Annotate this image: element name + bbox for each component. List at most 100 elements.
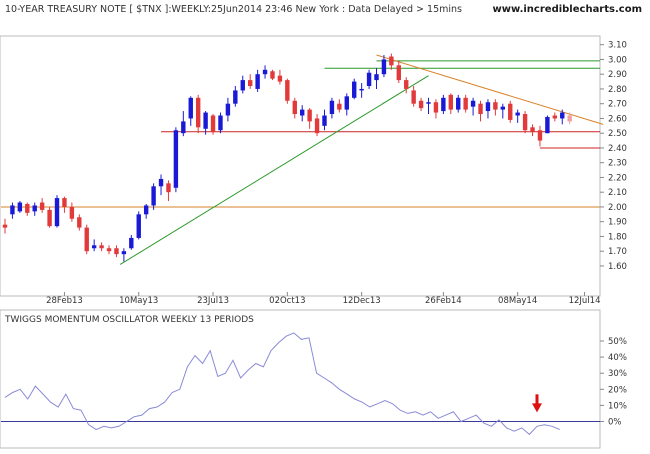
candle	[411, 86, 416, 107]
candle-body	[389, 56, 394, 66]
candle	[300, 105, 305, 122]
candle	[143, 204, 149, 219]
candle	[270, 69, 275, 81]
candle-body	[500, 106, 506, 110]
candle-body	[218, 115, 223, 131]
candle-body	[47, 209, 52, 227]
candle	[151, 183, 156, 210]
trend-line	[376, 54, 604, 125]
candle	[396, 60, 401, 84]
candle-body	[411, 90, 416, 104]
oscillator-panel-frame	[0, 309, 601, 449]
candle-body	[91, 245, 97, 249]
candle-body	[17, 202, 23, 212]
candle	[136, 211, 141, 240]
candle	[277, 69, 283, 85]
candle-body	[136, 214, 141, 238]
candle-body	[121, 251, 127, 255]
candle-body	[39, 202, 45, 210]
price-tick-label: 3.00	[608, 55, 627, 65]
candle-body	[255, 74, 260, 89]
candle-body	[441, 97, 446, 112]
candle	[344, 93, 349, 116]
price-y-axis: 3.10 3.00 2.90 2.80 2.70 2.60 2.50 2.40 2.30 2.20…	[600, 41, 627, 272]
candle	[233, 86, 238, 107]
candle-body	[195, 97, 201, 128]
candle	[292, 97, 297, 119]
candle	[255, 69, 260, 92]
candle-body	[515, 112, 520, 116]
candle-body	[54, 198, 60, 227]
candle-body	[300, 109, 305, 116]
candle	[62, 196, 67, 213]
candle-body	[240, 80, 245, 91]
candle	[158, 174, 164, 196]
candle-body	[456, 97, 461, 110]
candle	[463, 94, 468, 113]
osc-tick-label: 0%	[608, 418, 622, 428]
site-watermark[interactable]: www.incrediblecharts.com	[493, 4, 643, 15]
oscillator-annotations	[532, 394, 542, 413]
candle-body	[560, 112, 565, 119]
candle-body	[508, 103, 513, 120]
candle-body	[270, 71, 275, 79]
date-tick-label: 08May14	[498, 296, 537, 306]
price-tick-label: 1.70	[608, 247, 627, 257]
candle-body	[188, 97, 193, 119]
candle-body	[129, 237, 134, 249]
candle-body	[359, 88, 364, 91]
price-tick-label: 2.20	[608, 173, 627, 183]
osc-tick-label: 20%	[608, 385, 627, 395]
candle	[2, 218, 8, 234]
candle-body	[285, 80, 290, 101]
candle	[329, 97, 335, 119]
candle	[240, 75, 245, 94]
candle-body	[233, 90, 238, 104]
candle	[314, 114, 320, 137]
candle	[99, 242, 104, 252]
candle-body	[307, 109, 312, 122]
candle-body	[344, 96, 349, 110]
candle	[84, 224, 89, 255]
candle	[262, 65, 268, 79]
candle-body	[247, 80, 253, 86]
candle-body	[262, 69, 268, 75]
candle	[389, 53, 394, 70]
candle-body	[329, 100, 335, 115]
chart-canvas: 10-YEAR TREASURY NOTE [ $TNX ]:WEEKLY:25…	[0, 4, 643, 449]
candle-body	[99, 245, 104, 249]
price-panel-frame	[0, 35, 601, 297]
candle-body	[77, 217, 82, 228]
candle	[285, 78, 290, 104]
candle-body	[396, 65, 401, 81]
candle-body	[352, 81, 357, 98]
date-x-axis: 28Feb13 10May13 23Jul13 02Oct13 12Dec13 26Feb…	[46, 292, 600, 306]
price-tick-label: 2.40	[608, 144, 627, 154]
candle-body	[470, 100, 476, 107]
oscillator-series	[1, 332, 600, 436]
candle-body	[448, 94, 453, 110]
candle	[10, 202, 15, 219]
candle-body	[84, 227, 89, 252]
candle-body	[173, 130, 179, 188]
candle	[515, 109, 520, 123]
candle-body	[404, 80, 409, 89]
price-tick-label: 2.90	[608, 70, 627, 80]
candle	[91, 239, 97, 252]
candlestick-series	[2, 53, 572, 262]
candle-body	[433, 102, 439, 113]
candle-body	[2, 224, 8, 228]
candle	[537, 125, 543, 147]
candle-body	[292, 100, 297, 115]
candle	[470, 97, 476, 116]
reference-lines	[1, 54, 604, 265]
candle-body	[10, 205, 15, 215]
candle-body	[277, 75, 283, 82]
candle	[114, 245, 119, 258]
candle	[426, 97, 431, 115]
candle-body	[530, 127, 535, 132]
candle	[552, 112, 558, 122]
candle	[545, 115, 550, 134]
date-tick-label: 02Oct13	[269, 296, 305, 306]
candle	[352, 78, 357, 100]
